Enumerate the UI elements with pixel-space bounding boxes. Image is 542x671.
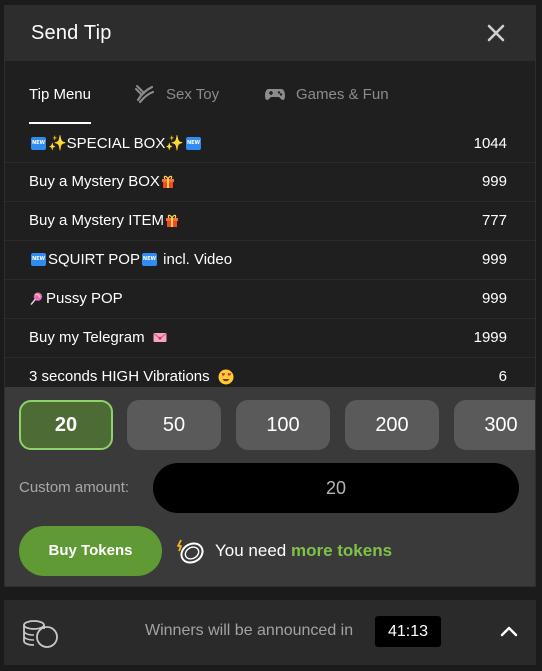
winners-footer: Winners will be announced in 41:13 — [4, 600, 536, 665]
item-label: Buy my Telegram — [29, 329, 149, 346]
tab-bar: Tip Menu Sex Toy Games & Fun — [5, 61, 535, 127]
chevron-up-icon[interactable] — [500, 624, 518, 638]
coins-icon — [23, 620, 58, 648]
toy-icon — [135, 85, 155, 104]
tip-menu-list: NEW ✨SPECIAL BOX✨ NEW 1044 Buy a Mystery… — [5, 127, 535, 387]
custom-amount-input[interactable]: 20 — [153, 463, 519, 513]
menu-item-price: 999 — [481, 173, 507, 190]
menu-item-special-box[interactable]: NEW ✨SPECIAL BOX✨ NEW 1044 — [5, 127, 535, 162]
item-label: Pussy POP — [46, 290, 123, 307]
menu-item-high-vibrations[interactable]: 3 seconds HIGH Vibrations 6 — [5, 357, 535, 387]
active-tab-underline — [29, 122, 91, 124]
new-badge-icon: NEW — [31, 253, 46, 266]
menu-item-mystery-item[interactable]: Buy a Mystery ITEM 777 — [5, 201, 535, 239]
tab-tip-menu[interactable]: Tip Menu — [29, 61, 91, 127]
tab-label: Games & Fun — [296, 85, 389, 103]
item-label: Buy a Mystery BOX — [29, 173, 160, 190]
menu-item-name: Buy a Mystery ITEM — [29, 202, 179, 239]
new-badge-icon: NEW — [141, 253, 157, 266]
tab-label: Tip Menu — [29, 85, 91, 103]
winners-announcement-text: Winners will be announced in — [145, 622, 354, 639]
menu-item-name: NEW ✨SPECIAL BOX✨ NEW — [29, 127, 203, 162]
menu-item-price: 999 — [481, 251, 507, 268]
amount-button-50[interactable]: 50 — [127, 400, 221, 450]
tip-screen: Send Tip Tip Menu Sex Toy Games & Fun NE… — [0, 0, 542, 671]
gift-icon — [166, 214, 179, 227]
modal-title: Send Tip — [31, 22, 112, 44]
amount-button-100[interactable]: 100 — [236, 400, 330, 450]
menu-item-price: 777 — [481, 212, 507, 229]
menu-item-price: 999 — [481, 290, 507, 307]
item-label: SQUIRT POP — [48, 251, 140, 268]
menu-item-name: NEW SQUIRT POP NEW incl. Video — [29, 241, 232, 278]
tab-games-fun[interactable]: Games & Fun — [264, 61, 389, 127]
menu-item-mystery-box[interactable]: Buy a Mystery BOX 999 — [5, 162, 535, 200]
gift-icon — [161, 175, 174, 188]
item-label: Buy a Mystery ITEM — [29, 212, 165, 229]
item-label: ✨SPECIAL BOX✨ — [48, 135, 185, 152]
need-tokens-prefix: You need — [215, 541, 291, 560]
item-label-tail: incl. Video — [158, 251, 233, 268]
new-badge-icon: NEW — [31, 137, 46, 150]
amount-button-300[interactable]: 300 — [454, 400, 535, 450]
more-tokens-link[interactable]: more tokens — [291, 541, 392, 560]
menu-item-pussy-pop[interactable]: Pussy POP 999 — [5, 279, 535, 317]
menu-item-price: 6 — [498, 368, 507, 385]
custom-amount-label: Custom amount: — [19, 479, 130, 496]
menu-item-name: Buy my Telegram — [29, 319, 167, 356]
item-label: 3 seconds HIGH Vibrations — [29, 368, 214, 385]
amount-button-200[interactable]: 200 — [345, 400, 439, 450]
tip-amount-panel: 20 50 100 200 300 Custom amount: 20 Buy … — [5, 387, 535, 586]
send-tip-modal: Send Tip Tip Menu Sex Toy Games & Fun NE… — [4, 5, 536, 587]
buy-tokens-button[interactable]: Buy Tokens — [19, 526, 162, 576]
menu-item-name: Buy a Mystery BOX — [29, 163, 175, 200]
menu-item-name: 3 seconds HIGH Vibrations — [29, 358, 234, 387]
lollipop-icon — [30, 292, 43, 305]
menu-item-telegram[interactable]: Buy my Telegram 1999 — [5, 318, 535, 356]
menu-item-price: 1999 — [473, 329, 507, 346]
tokens-icon — [177, 539, 204, 564]
love-letter-icon — [152, 333, 167, 342]
menu-item-price: 1044 — [473, 135, 507, 152]
tab-sex-toy[interactable]: Sex Toy — [134, 61, 219, 127]
close-icon[interactable] — [485, 22, 507, 44]
need-more-tokens-text: You need more tokens — [215, 541, 392, 561]
amount-button-20[interactable]: 20 — [19, 400, 113, 450]
menu-item-squirt-pop[interactable]: NEW SQUIRT POP NEW incl. Video 999 — [5, 240, 535, 278]
gamepad-icon — [265, 89, 285, 100]
modal-header: Send Tip — [5, 6, 535, 61]
menu-item-name: Pussy POP — [29, 280, 123, 317]
countdown-timer: 41:13 — [375, 616, 441, 647]
new-badge-icon: NEW — [186, 137, 202, 150]
tab-label: Sex Toy — [166, 85, 220, 103]
heart-eyes-icon — [218, 369, 234, 384]
